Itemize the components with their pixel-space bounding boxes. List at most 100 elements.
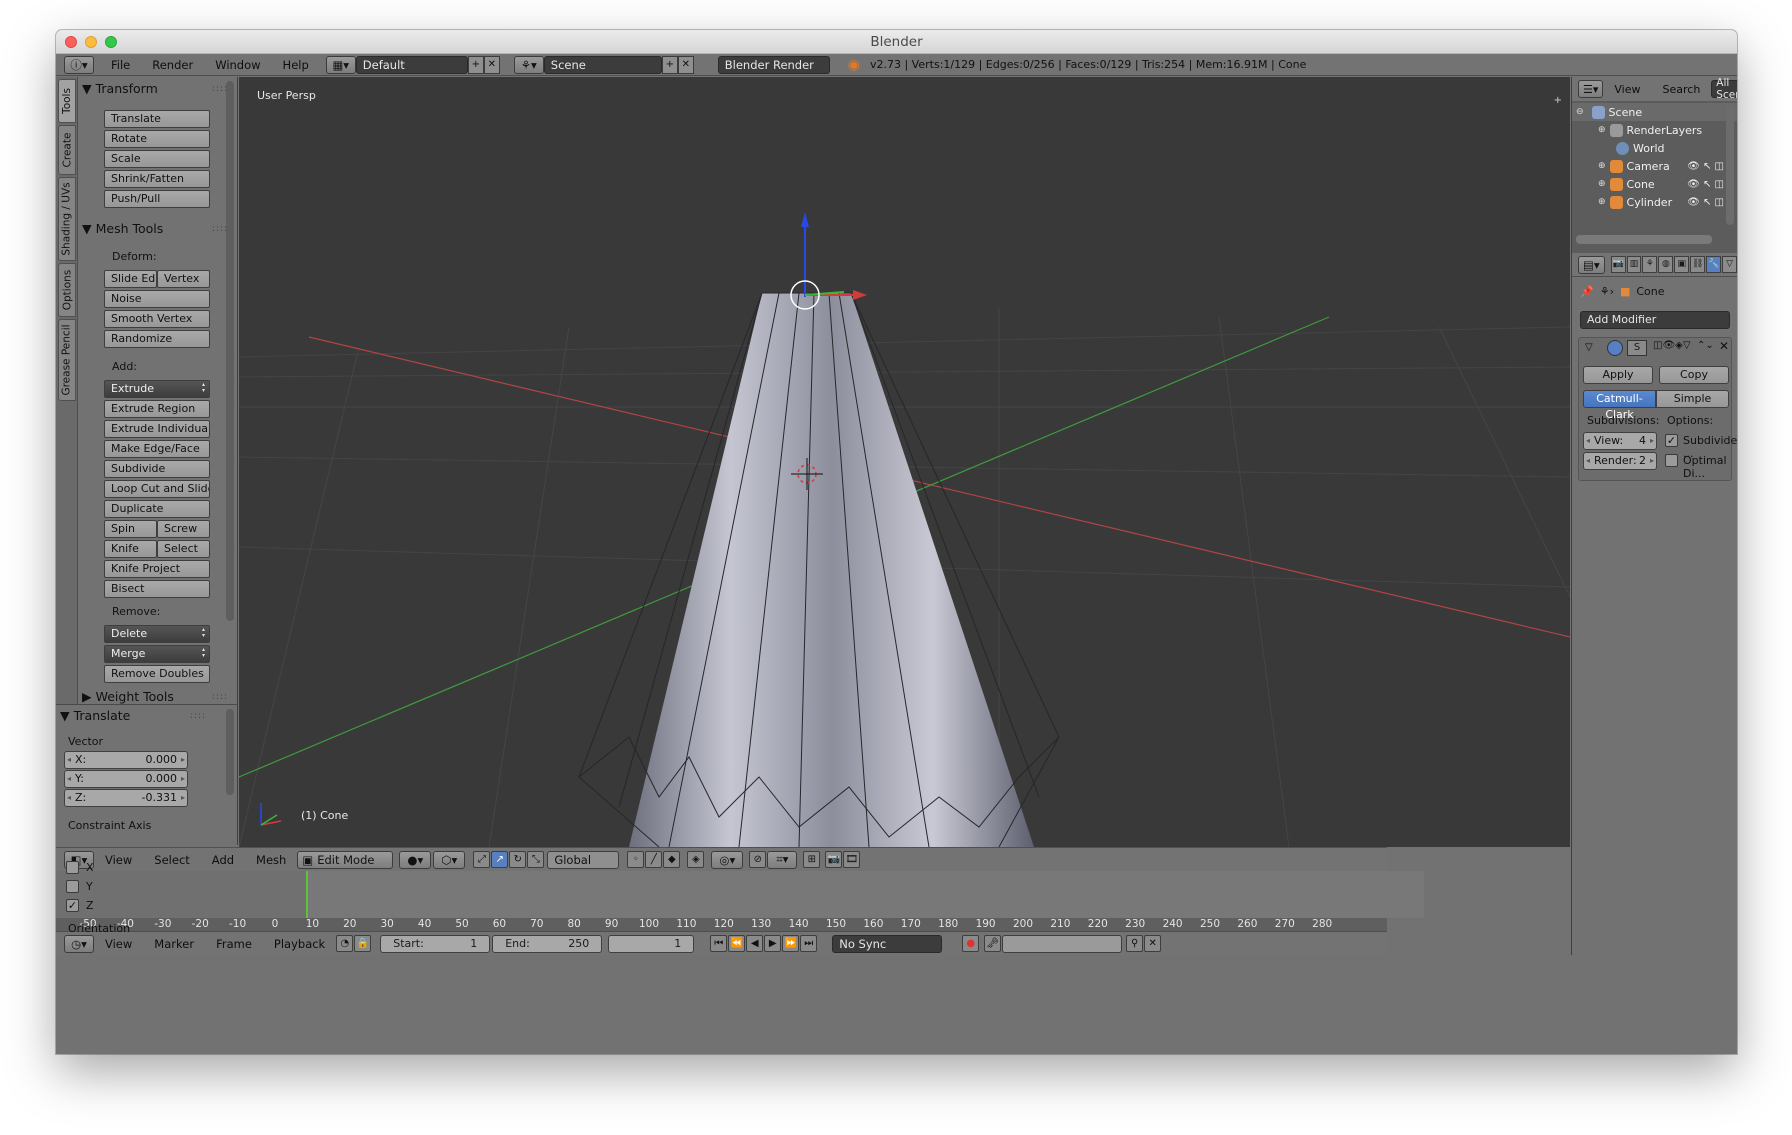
outliner-menu-view[interactable]: View — [1603, 83, 1651, 96]
screw-button[interactable]: Screw — [157, 520, 210, 538]
remove-modifier-close-icon[interactable]: ✕ — [1719, 339, 1729, 353]
outliner-row-renderlayers[interactable]: ⊕ RenderLayers — [1572, 121, 1737, 139]
scale-button[interactable]: Scale — [104, 150, 210, 168]
interaction-mode-select[interactable]: ▣ Edit Mode — [297, 850, 394, 869]
render-engine-select[interactable]: Blender Render — [717, 55, 830, 74]
vertex-slide-button[interactable]: Vertex — [157, 270, 210, 288]
remove-doubles-button[interactable]: Remove Doubles — [104, 665, 210, 683]
constraints-tab-icon[interactable]: ⛓ — [1690, 256, 1706, 273]
knife-select-button[interactable]: Select — [157, 540, 210, 558]
constraint-x-checkbox[interactable] — [66, 861, 79, 874]
tab-options[interactable]: Options — [58, 263, 76, 317]
subdivide-button[interactable]: Subdivide — [104, 460, 210, 478]
outliner-v-scrollbar[interactable] — [1726, 105, 1734, 225]
properties-editor-type-icon[interactable]: ▤▾ — [1578, 255, 1605, 274]
collapse-icon[interactable]: ⊖ — [1576, 107, 1584, 117]
outliner-row-world[interactable]: World — [1572, 139, 1737, 157]
translate-button[interactable]: Translate — [104, 110, 210, 128]
drag-handle-icon[interactable]: :::: — [190, 706, 206, 726]
rotate-manipulator-icon[interactable]: ↻ — [509, 851, 527, 868]
3d-menu-mesh[interactable]: Mesh — [245, 853, 297, 867]
outliner-row-scene[interactable]: ⊖ Scene — [1572, 103, 1737, 121]
timeline[interactable]: -50 -40 -30 -20 -10 0 10 20 30 40 50 60 70 80 90 100 110… — [56, 871, 1424, 931]
object-tab-icon[interactable]: ▣ — [1674, 256, 1690, 273]
manipulator-toggle-icon[interactable]: ⤢ — [473, 851, 491, 868]
snap-element-icon[interactable]: ⌗▾ — [767, 850, 798, 869]
outliner-row-camera[interactable]: ⊕ Camera 👁 ↖ ◫ — [1572, 157, 1737, 175]
noise-button[interactable]: Noise — [104, 290, 210, 308]
outliner-display-select[interactable]: All Scenes — [1711, 77, 1737, 101]
bisect-button[interactable]: Bisect — [104, 580, 210, 598]
outliner-row-cylinder[interactable]: ⊕ Cylinder 👁 ↖ ◫ — [1572, 193, 1737, 211]
current-frame-cursor[interactable] — [306, 871, 308, 918]
add-scene-icon[interactable]: + — [661, 55, 678, 74]
constraint-z-checkbox[interactable]: ✓ — [66, 899, 79, 912]
start-frame-field[interactable]: Start: 1 — [380, 934, 491, 953]
transform-orientation-select[interactable]: Global — [547, 850, 620, 869]
keying-set-field[interactable] — [1002, 934, 1123, 953]
add-modifier-select[interactable]: Add Modifier — [1580, 311, 1730, 329]
modifier-name-field[interactable]: S — [1627, 340, 1647, 356]
knife-button[interactable]: Knife — [104, 540, 157, 558]
subdivide-uvs-checkbox[interactable]: ✓ — [1665, 434, 1678, 447]
modifier-collapse-icon[interactable]: ▽ — [1585, 342, 1593, 353]
viewport-expand-icon[interactable]: + — [1554, 95, 1562, 106]
copy-modifier-button[interactable]: Copy — [1659, 366, 1729, 384]
make-edge-face-button[interactable]: Make Edge/Face — [104, 440, 210, 458]
edge-slide-button[interactable]: Slide Ed — [104, 270, 157, 288]
outliner-h-scrollbar[interactable] — [1576, 235, 1712, 244]
render-layers-tab-icon[interactable]: ▥ — [1626, 256, 1642, 273]
sync-mode-select[interactable]: No Sync — [832, 934, 943, 953]
minimize-window-button[interactable] — [85, 36, 97, 48]
3d-menu-select[interactable]: Select — [143, 853, 200, 867]
tab-create[interactable]: Create — [58, 125, 76, 175]
modifier-move-icons[interactable]: ⌃⌄ — [1697, 340, 1714, 351]
simple-toggle[interactable]: Simple — [1656, 390, 1729, 408]
render-preview-icon[interactable]: ⊞ — [803, 851, 821, 868]
loop-cut-button[interactable]: Loop Cut and Slide — [104, 480, 210, 498]
play-icon[interactable]: ▶ — [764, 935, 782, 952]
drag-handle-icon[interactable]: :::: — [212, 79, 228, 99]
push-pull-button[interactable]: Push/Pull — [104, 190, 210, 208]
face-select-icon[interactable]: ◆ — [663, 851, 681, 868]
toolshelf-scrollbar[interactable] — [226, 81, 234, 621]
mesh-tools-panel-header[interactable]: ▼ Mesh Tools:::: — [82, 219, 232, 239]
apply-modifier-button[interactable]: Apply — [1583, 366, 1653, 384]
menu-render[interactable]: Render — [141, 58, 204, 72]
menu-file[interactable]: File — [100, 58, 141, 72]
close-window-button[interactable] — [65, 36, 77, 48]
translate-manipulator-icon[interactable]: ↗ — [491, 851, 509, 868]
expand-icon[interactable]: ⊕ — [1598, 161, 1606, 171]
scene-selector-icon[interactable]: ⚘▾ — [513, 55, 544, 74]
3d-menu-view[interactable]: View — [94, 853, 143, 867]
timeline-menu-marker[interactable]: Marker — [143, 937, 205, 951]
limit-selection-icon[interactable]: ◈ — [687, 851, 705, 868]
shrink-fatten-button[interactable]: Shrink/Fatten — [104, 170, 210, 188]
zoom-window-button[interactable] — [105, 36, 117, 48]
menu-help[interactable]: Help — [272, 58, 320, 72]
extrude-individual-button[interactable]: Extrude Individual — [104, 420, 210, 438]
world-tab-icon[interactable]: ◍ — [1658, 256, 1674, 273]
proportional-edit-icon[interactable]: ◎▾ — [711, 850, 744, 869]
tab-grease-pencil[interactable]: Grease Pencil — [58, 319, 76, 401]
transform-panel-header[interactable]: ▼ Transform:::: — [82, 79, 232, 99]
visibility-eye-icon[interactable]: 👁 ↖ ◫ — [1687, 161, 1724, 172]
knife-project-button[interactable]: Knife Project — [104, 560, 210, 578]
timeline-editor-type-icon[interactable]: ◷▾ — [64, 934, 94, 953]
expand-icon[interactable]: ⊕ — [1598, 125, 1606, 135]
delete-menu[interactable]: Delete — [104, 625, 210, 643]
snap-toggle-icon[interactable]: ⊘ — [749, 851, 767, 868]
vector-z-field[interactable]: Z:-0.331 — [64, 789, 188, 807]
catmull-clark-toggle[interactable]: Catmull-Clark — [1583, 390, 1656, 421]
record-icon[interactable]: ● — [962, 935, 980, 952]
outliner-editor-type-icon[interactable]: ☰▾ — [1578, 80, 1604, 98]
screen-layout-icon[interactable]: ▦▾ — [325, 55, 356, 74]
timeline-menu-view[interactable]: View — [94, 937, 143, 951]
render-levels-field[interactable]: Render:2 — [1583, 452, 1657, 470]
end-frame-field[interactable]: End: 250 — [492, 934, 603, 953]
expand-icon[interactable]: ⊕ — [1598, 197, 1606, 207]
tab-shading-uvs[interactable]: Shading / UVs — [58, 177, 76, 261]
lock-range-icon[interactable]: 🔒 — [354, 935, 372, 952]
insert-keyframe-icon[interactable]: ⚲ — [1126, 935, 1144, 952]
timeline-menu-playback[interactable]: Playback — [263, 937, 336, 951]
